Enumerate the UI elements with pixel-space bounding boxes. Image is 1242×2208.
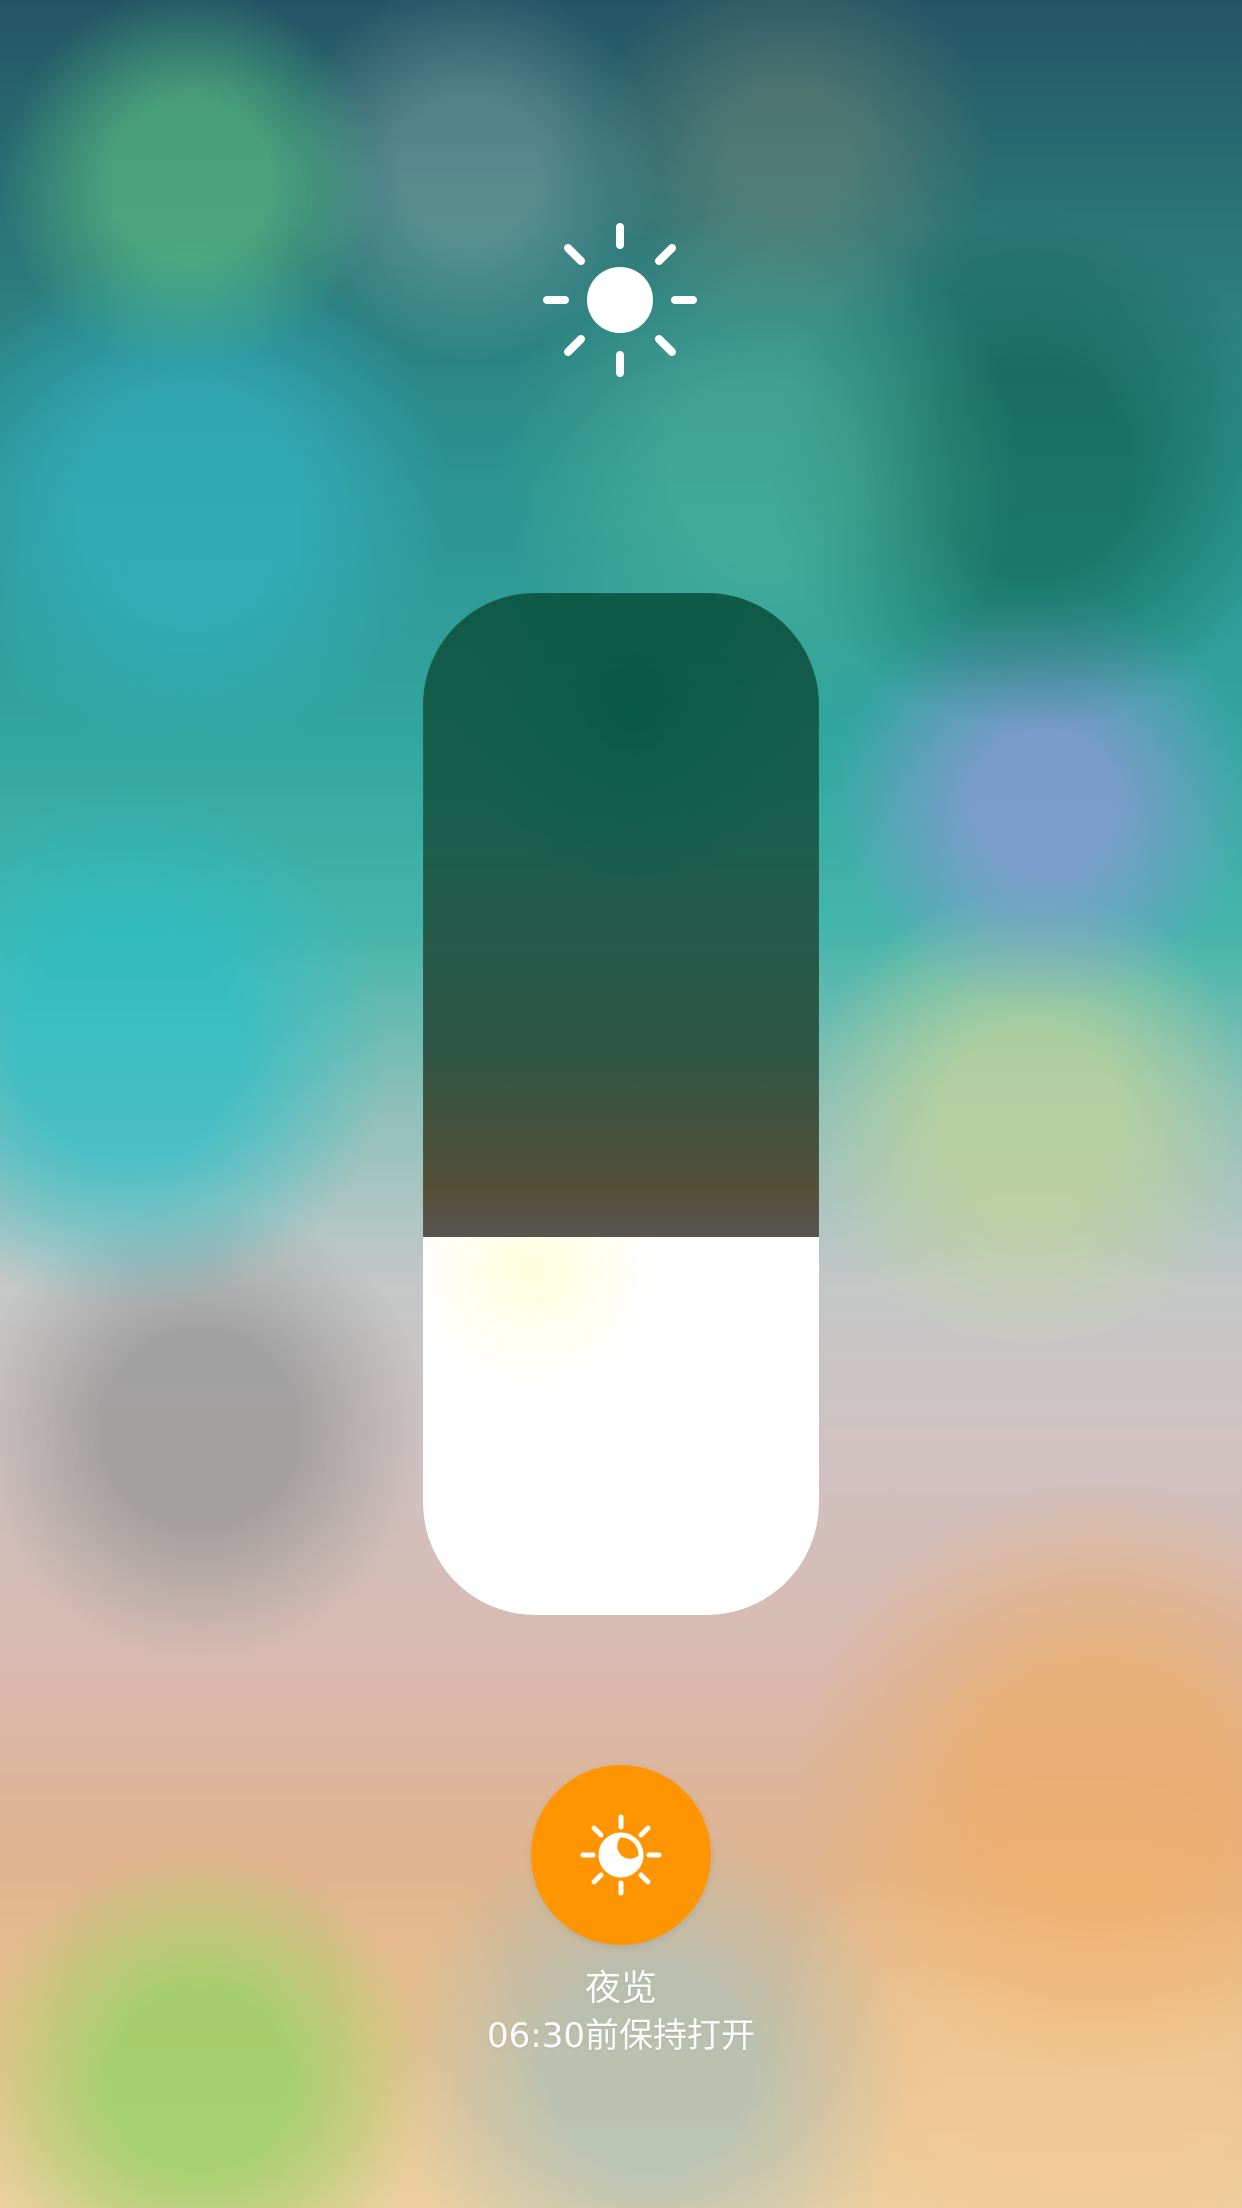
brightness-fill: [423, 1236, 819, 1615]
night-shift-title: 夜览: [584, 1968, 657, 2009]
night-shift-status: 06:30前保持打开: [487, 2016, 755, 2056]
sun-icon: [543, 223, 697, 377]
brightness-slider[interactable]: [423, 593, 819, 1615]
night-shift-button[interactable]: [531, 1765, 711, 1945]
night-shift-icon: [580, 1814, 662, 1896]
